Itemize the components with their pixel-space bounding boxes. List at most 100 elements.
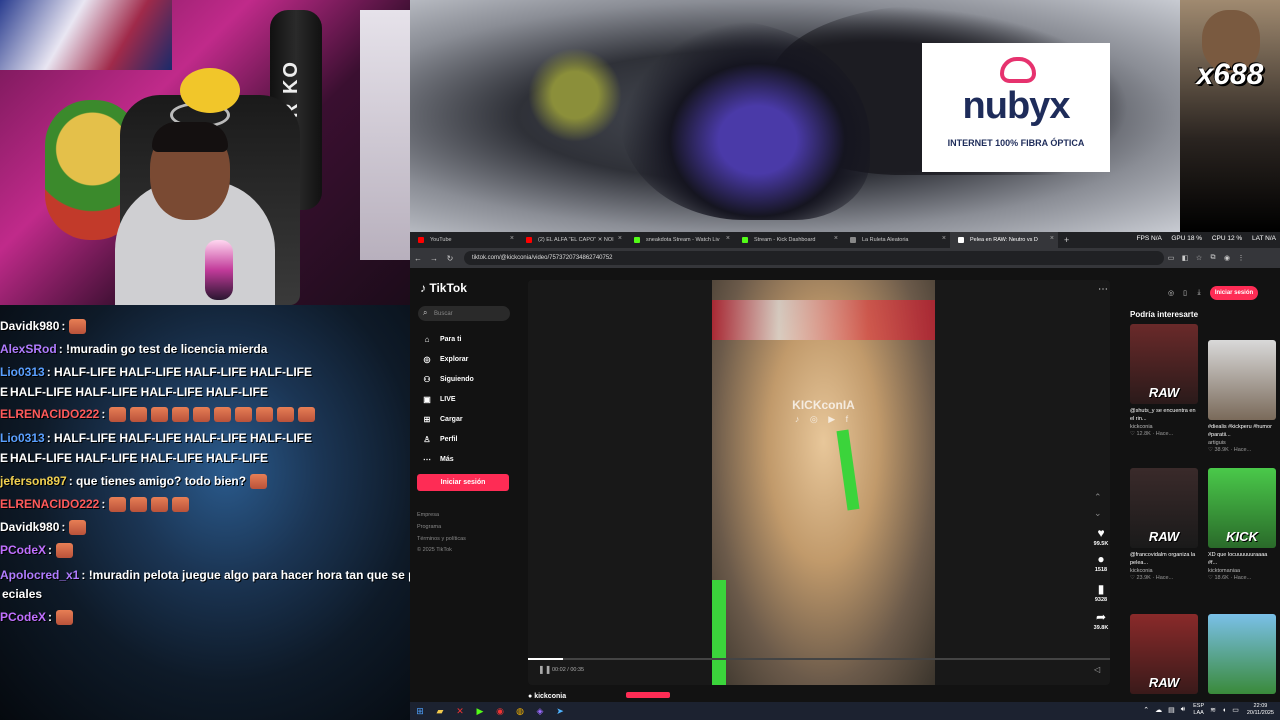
suggestion-thumbnail[interactable]: KICK bbox=[1208, 468, 1276, 548]
chat-username[interactable]: Lio0313 bbox=[0, 431, 45, 445]
obs-icon[interactable]: ◉ bbox=[490, 706, 510, 717]
chat-username[interactable]: AlexSRod bbox=[0, 342, 57, 356]
suggestion-card[interactable]: KICK XD que locuuuuuuraaaa #f... kicktoman… bbox=[1208, 468, 1278, 581]
suggestion-thumbnail[interactable]: RAW bbox=[1130, 468, 1198, 548]
browser-tab[interactable]: YouTube × bbox=[410, 232, 518, 248]
reload-icon[interactable]: ↻ bbox=[442, 254, 458, 263]
download-icon[interactable]: ⤓ bbox=[1192, 289, 1206, 297]
forward-icon[interactable]: → bbox=[426, 254, 442, 263]
discord-icon[interactable]: ◈ bbox=[530, 706, 550, 717]
suggestion-card[interactable]: RAW bbox=[1130, 614, 1200, 714]
sidebar-item[interactable]: ⚇ Siguiendo bbox=[420, 372, 473, 386]
sidebar-item[interactable]: ♙ Perfil bbox=[420, 432, 457, 446]
tab-close-icon[interactable]: × bbox=[618, 235, 622, 242]
tab-close-icon[interactable]: × bbox=[726, 235, 730, 242]
chat-username[interactable]: ELRENACIDO222 bbox=[0, 497, 99, 511]
browser-tab[interactable]: (2) EL ALFA "EL CAPO" ✕ NOI × bbox=[518, 232, 626, 248]
network-icon[interactable]: ▤ bbox=[1168, 706, 1175, 714]
app-icon[interactable]: ✕ bbox=[450, 706, 470, 717]
steam-icon[interactable]: ➤ bbox=[550, 706, 570, 717]
sidebar-item[interactable]: ⌂ Para ti bbox=[420, 332, 462, 346]
previous-video-icon[interactable]: ⌃ bbox=[1094, 492, 1102, 503]
translate-icon[interactable]: ◧ bbox=[1178, 254, 1192, 262]
more-options-icon[interactable]: ⋯ bbox=[1098, 284, 1108, 295]
browser-tab[interactable]: La Ruleta Aleatoria × bbox=[842, 232, 950, 248]
sidebar-item[interactable]: ◎ Explorar bbox=[420, 352, 469, 366]
video-author[interactable]: kickconia bbox=[534, 693, 566, 700]
action-button[interactable]: ➦ 39.8K bbox=[1088, 610, 1114, 631]
footer-link-empresa[interactable]: Empresa bbox=[417, 512, 439, 518]
suggestion-card[interactable]: RAW @francovidalm organiza la pelea... kic… bbox=[1130, 468, 1200, 581]
chat-username[interactable]: jeferson897 bbox=[0, 474, 67, 488]
volume-tray-icon[interactable]: ◖ bbox=[1222, 707, 1226, 714]
wifi-icon[interactable]: ≋ bbox=[1210, 706, 1216, 714]
url-field[interactable]: tiktok.com/@kickconia/video/757372073486… bbox=[464, 251, 1164, 265]
tiktok-logo[interactable]: ♪ TikTok bbox=[420, 281, 467, 295]
tab-close-icon[interactable]: × bbox=[942, 235, 946, 242]
video-player[interactable]: KICKconIA ♪ ◎ ▶ f ⋯ ⌃ ⌄ ♥ 99.5K ● 1518 ▮ 9328… bbox=[528, 280, 1110, 685]
next-video-icon[interactable]: ⌄ bbox=[1094, 508, 1102, 519]
progress-bar[interactable] bbox=[528, 658, 1110, 660]
chat-username[interactable]: PCodeX bbox=[0, 543, 46, 557]
clock[interactable]: 22:09 20/11/2025 bbox=[1247, 703, 1274, 717]
browser-tab[interactable]: Pelea en RAW: Neutro vs D × bbox=[950, 232, 1058, 248]
action-button[interactable]: ● 1518 bbox=[1088, 552, 1114, 573]
sidebar-item[interactable]: ▣ LIVE bbox=[420, 392, 455, 406]
chat-username[interactable]: E bbox=[0, 385, 8, 399]
coin-icon[interactable]: ◎ bbox=[1164, 289, 1178, 297]
follow-button[interactable] bbox=[626, 692, 671, 698]
sidebar-item[interactable]: ⋯ Más bbox=[420, 452, 454, 466]
file-explorer-icon[interactable]: ▰ bbox=[430, 706, 450, 717]
chat-username[interactable]: Apolocred_x1 bbox=[0, 568, 79, 582]
chat-username[interactable]: E bbox=[0, 451, 8, 465]
install-icon[interactable]: ▭ bbox=[1164, 254, 1178, 262]
suggestion-thumbnail[interactable] bbox=[1208, 340, 1276, 420]
login-button[interactable]: Iniciar sesión bbox=[417, 474, 509, 491]
chat-username[interactable]: ELRENACIDO222 bbox=[0, 407, 99, 421]
browser-tab[interactable]: Stream - Kick Dashboard × bbox=[734, 232, 842, 248]
profile-icon[interactable]: ◉ bbox=[1220, 254, 1234, 262]
chat-username[interactable]: PCodeX bbox=[0, 610, 46, 624]
sidebar-item[interactable]: ⊞ Cargar bbox=[420, 412, 463, 426]
chrome-icon[interactable]: ◍ bbox=[510, 706, 530, 717]
suggestion-author[interactable]: kicktomaniaa bbox=[1208, 568, 1278, 574]
top-login-button[interactable]: Iniciar sesión bbox=[1210, 286, 1258, 300]
browser-tab[interactable]: sneakdota Stream - Watch Liv × bbox=[626, 232, 734, 248]
new-tab-button[interactable]: + bbox=[1064, 235, 1069, 245]
chat-username[interactable]: Davidk980 bbox=[0, 319, 59, 333]
suggestion-author[interactable]: kickconia bbox=[1130, 424, 1200, 430]
battery-icon[interactable]: ▭ bbox=[1232, 706, 1239, 714]
pause-icon[interactable]: ❚❚ bbox=[538, 665, 551, 674]
speaker-icon[interactable]: 🔊︎ bbox=[1181, 706, 1185, 714]
suggestion-card[interactable]: #diealis #kickperu #humor #paratii... art… bbox=[1208, 340, 1278, 453]
volume-icon[interactable]: ◁ bbox=[1094, 665, 1100, 674]
chevron-up-icon[interactable]: ⌃ bbox=[1143, 706, 1149, 714]
suggestion-author[interactable]: artiguis bbox=[1208, 440, 1278, 446]
start-icon[interactable]: ⊞ bbox=[410, 706, 430, 717]
video-frame[interactable]: KICKconIA ♪ ◎ ▶ f bbox=[712, 280, 935, 685]
cloud-icon[interactable]: ☁ bbox=[1155, 706, 1162, 714]
suggestion-card[interactable]: RAW @shuts_y se encuentra en el rin... kic… bbox=[1130, 324, 1200, 437]
language-indicator[interactable]: ESP LAA bbox=[1193, 703, 1204, 717]
back-icon[interactable]: ← bbox=[410, 254, 426, 263]
suggestion-thumbnail[interactable]: RAW bbox=[1130, 614, 1198, 694]
search-input[interactable]: ⌕ Buscar bbox=[418, 306, 510, 321]
suggestion-thumbnail[interactable]: RAW bbox=[1130, 324, 1198, 404]
action-button[interactable]: ▮ 9328 bbox=[1088, 582, 1114, 603]
tab-close-icon[interactable]: × bbox=[834, 235, 838, 242]
chat-username[interactable]: Lio0313 bbox=[0, 365, 45, 379]
suggestion-author[interactable]: kickconia bbox=[1130, 568, 1200, 574]
tab-close-icon[interactable]: × bbox=[510, 235, 514, 242]
kick-icon[interactable]: ▶ bbox=[470, 706, 490, 717]
action-button[interactable]: ♥ 99.5K bbox=[1088, 526, 1114, 547]
suggestion-card[interactable] bbox=[1208, 614, 1278, 714]
chat-username[interactable]: Davidk980 bbox=[0, 520, 59, 534]
extensions-icon[interactable]: ⧉ bbox=[1206, 254, 1220, 262]
suggestion-thumbnail[interactable] bbox=[1208, 614, 1276, 694]
bookmark-star-icon[interactable]: ☆ bbox=[1192, 254, 1206, 262]
menu-icon[interactable]: ⋮ bbox=[1234, 254, 1248, 262]
tab-close-icon[interactable]: × bbox=[1050, 235, 1054, 242]
device-icon[interactable]: ▯ bbox=[1178, 289, 1192, 297]
footer-link-programa[interactable]: Programa bbox=[417, 524, 441, 530]
footer-link-terms[interactable]: Términos y políticas bbox=[417, 536, 466, 542]
